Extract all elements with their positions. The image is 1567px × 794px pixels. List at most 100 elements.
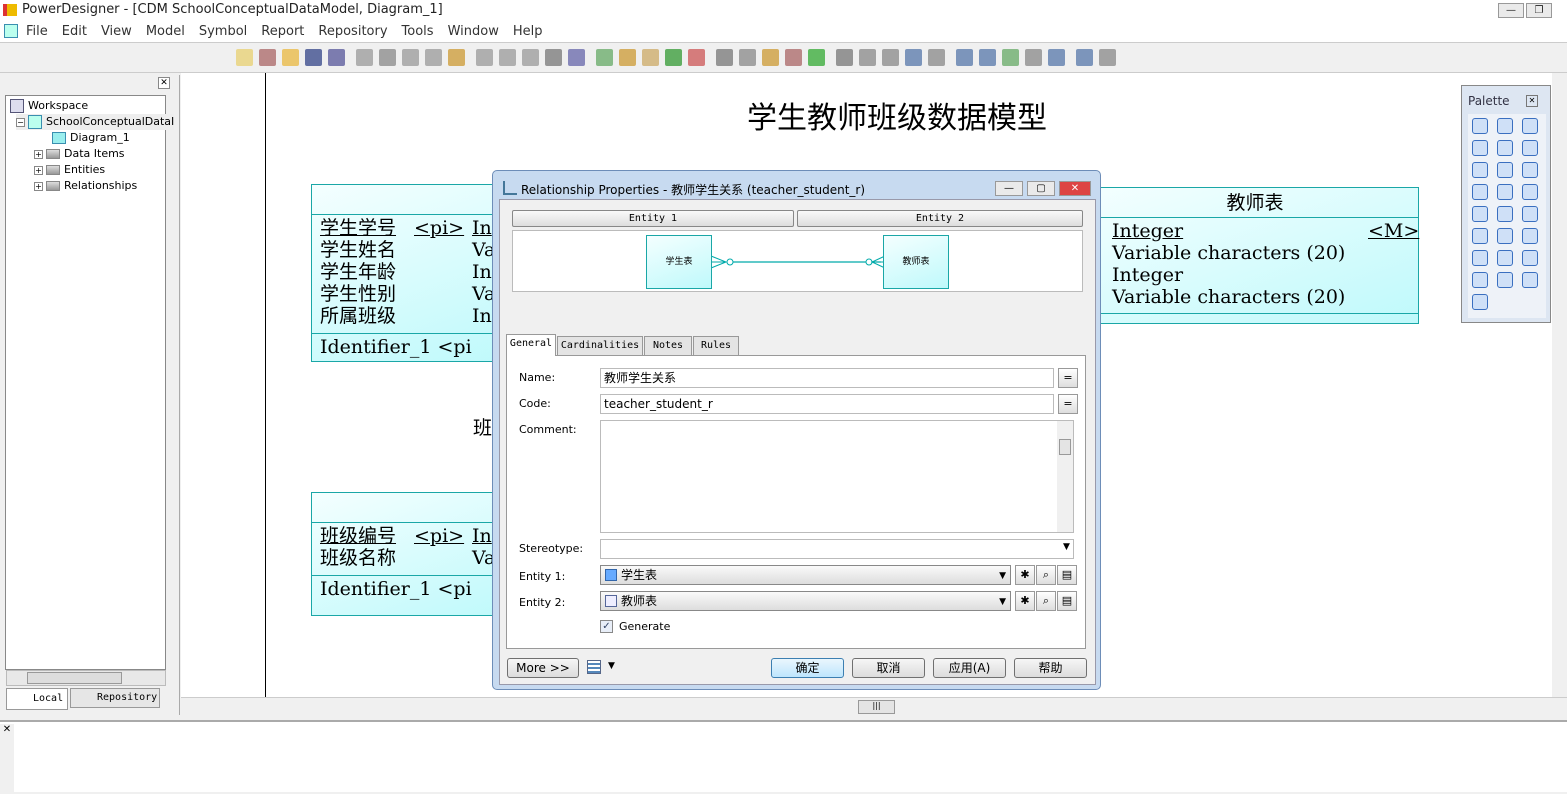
menu-symbol[interactable]: Symbol xyxy=(199,24,247,39)
toolbar-button-icon[interactable] xyxy=(568,49,585,66)
palette-tool-icon[interactable] xyxy=(1472,184,1488,200)
menu-tools[interactable]: Tools xyxy=(402,24,434,39)
palette-tool-icon[interactable] xyxy=(1472,294,1488,310)
toolbar-button-icon[interactable] xyxy=(928,49,945,66)
toolbar-button-icon[interactable] xyxy=(499,49,516,66)
toolbar-button-icon[interactable] xyxy=(259,49,276,66)
palette-tool-icon[interactable] xyxy=(1497,206,1513,222)
toolbar-button-icon[interactable] xyxy=(402,49,419,66)
palette-tool-icon[interactable] xyxy=(1522,140,1538,156)
entity-class[interactable]: 班级编号 <pi> In 班级名称 Va Identifier_1 <pi xyxy=(311,492,511,616)
cancel-button[interactable]: 取消 xyxy=(852,658,925,678)
palette-tool-icon[interactable] xyxy=(1472,272,1488,288)
toolbar-button-icon[interactable] xyxy=(808,49,825,66)
entity-student[interactable]: 学生学号 <pi> In 学生姓名 Va 学生年龄 In 学生性别 Va 所属班级 In Ident… xyxy=(311,184,511,362)
entity-teacher[interactable]: 教师表 Integer <M> Variable characters (20) In… xyxy=(1091,187,1419,324)
toolbar-button-icon[interactable] xyxy=(596,49,613,66)
toolbar-button-icon[interactable] xyxy=(665,49,682,66)
tab-rules[interactable]: Rules xyxy=(693,336,739,355)
toolbar-button-icon[interactable] xyxy=(1025,49,1042,66)
palette-tool-icon[interactable] xyxy=(1472,228,1488,244)
dialog-close-button[interactable]: ✕ xyxy=(1059,181,1091,196)
menu-repository[interactable]: Repository xyxy=(318,24,387,39)
toolbar-button-icon[interactable] xyxy=(448,49,465,66)
entity1-header[interactable]: Entity 1 xyxy=(512,210,794,227)
toolbar-button-icon[interactable] xyxy=(476,49,493,66)
toolbar-button-icon[interactable] xyxy=(785,49,802,66)
tab-repository[interactable]: Repository xyxy=(70,688,160,708)
palette-tool-icon[interactable] xyxy=(1522,184,1538,200)
entity2-properties-button[interactable]: ▤ xyxy=(1057,591,1077,611)
code-input[interactable]: teacher_student_r xyxy=(600,394,1054,414)
name-input[interactable]: 教师学生关系 xyxy=(600,368,1054,388)
toolbar-button-icon[interactable] xyxy=(762,49,779,66)
palette-tool-icon[interactable] xyxy=(1522,162,1538,178)
toolbar-button-icon[interactable] xyxy=(619,49,636,66)
preview-entity1[interactable]: 学生表 xyxy=(646,235,712,289)
tree-item-entities[interactable]: + Entities xyxy=(34,162,105,178)
entity2-create-button[interactable]: ✱ xyxy=(1015,591,1035,611)
palette-tool-icon[interactable] xyxy=(1472,162,1488,178)
palette-tool-icon[interactable] xyxy=(1497,184,1513,200)
palette-tool-icon[interactable] xyxy=(1472,118,1488,134)
toolbar-button-icon[interactable] xyxy=(379,49,396,66)
toolbar-button-icon[interactable] xyxy=(328,49,345,66)
comment-scrollbar[interactable] xyxy=(1057,421,1073,532)
dialog-minimize-button[interactable]: — xyxy=(995,181,1023,196)
toolbar-button-icon[interactable] xyxy=(1048,49,1065,66)
name-code-sync-button[interactable]: = xyxy=(1058,368,1078,388)
entity1-find-button[interactable]: ⌕ xyxy=(1036,565,1056,585)
tab-cardinalities[interactable]: Cardinalities xyxy=(557,336,643,355)
tree-item-diagram[interactable]: Diagram_1 xyxy=(52,130,130,146)
canvas-hscrollbar[interactable]: ||| xyxy=(181,697,1567,715)
tree-item-relationships[interactable]: + Relationships xyxy=(34,178,137,194)
minimize-button[interactable]: — xyxy=(1498,3,1524,18)
toolbar-button-icon[interactable] xyxy=(859,49,876,66)
menu-window[interactable]: Window xyxy=(448,24,499,39)
list-icon[interactable] xyxy=(587,660,601,674)
output-close-button[interactable]: ✕ xyxy=(0,724,14,794)
toolbar-button-icon[interactable] xyxy=(425,49,442,66)
apply-button[interactable]: 应用(A) xyxy=(933,658,1006,678)
menu-model[interactable]: Model xyxy=(146,24,185,39)
tree-item-workspace[interactable]: Workspace xyxy=(10,98,88,114)
palette-close-button[interactable]: ✕ xyxy=(1526,95,1538,107)
toolbar-button-icon[interactable] xyxy=(905,49,922,66)
entity1-create-button[interactable]: ✱ xyxy=(1015,565,1035,585)
dialog-maximize-button[interactable]: ▢ xyxy=(1027,181,1055,196)
toolbar-button-icon[interactable] xyxy=(1099,49,1116,66)
entity1-select[interactable]: 学生表 ▼ xyxy=(600,565,1011,585)
palette-tool-icon[interactable] xyxy=(1522,206,1538,222)
entity2-header[interactable]: Entity 2 xyxy=(797,210,1083,227)
palette-tool-icon[interactable] xyxy=(1497,162,1513,178)
menu-report[interactable]: Report xyxy=(261,24,304,39)
comment-textarea[interactable] xyxy=(600,420,1074,533)
toolbar-button-icon[interactable] xyxy=(642,49,659,66)
chevron-down-icon[interactable]: ▼ xyxy=(608,661,615,671)
browser-close-button[interactable]: ✕ xyxy=(158,77,170,89)
toolbar-button-icon[interactable] xyxy=(979,49,996,66)
more-button[interactable]: More >> xyxy=(507,658,579,678)
entity2-find-button[interactable]: ⌕ xyxy=(1036,591,1056,611)
generate-checkbox[interactable]: ✓ xyxy=(600,620,613,633)
menu-file[interactable]: File xyxy=(26,24,48,39)
toolbar-button-icon[interactable] xyxy=(688,49,705,66)
entity1-properties-button[interactable]: ▤ xyxy=(1057,565,1077,585)
palette-tool-icon[interactable] xyxy=(1522,272,1538,288)
canvas-vscrollbar[interactable] xyxy=(1552,73,1567,697)
help-button[interactable]: 帮助 xyxy=(1014,658,1087,678)
palette-tool-icon[interactable] xyxy=(1472,206,1488,222)
toolbar-button-icon[interactable] xyxy=(1076,49,1093,66)
browser-hscrollbar[interactable] xyxy=(6,670,166,686)
menu-edit[interactable]: Edit xyxy=(62,24,87,39)
palette-tool-icon[interactable] xyxy=(1497,228,1513,244)
palette-tool-icon[interactable] xyxy=(1497,140,1513,156)
toolbar-button-icon[interactable] xyxy=(739,49,756,66)
toolbar-button-icon[interactable] xyxy=(236,49,253,66)
preview-entity2[interactable]: 教师表 xyxy=(883,235,949,289)
toolbar-button-icon[interactable] xyxy=(282,49,299,66)
toolbar-button-icon[interactable] xyxy=(1002,49,1019,66)
palette-tool-icon[interactable] xyxy=(1497,250,1513,266)
toolbar-button-icon[interactable] xyxy=(956,49,973,66)
toolbar-button-icon[interactable] xyxy=(545,49,562,66)
